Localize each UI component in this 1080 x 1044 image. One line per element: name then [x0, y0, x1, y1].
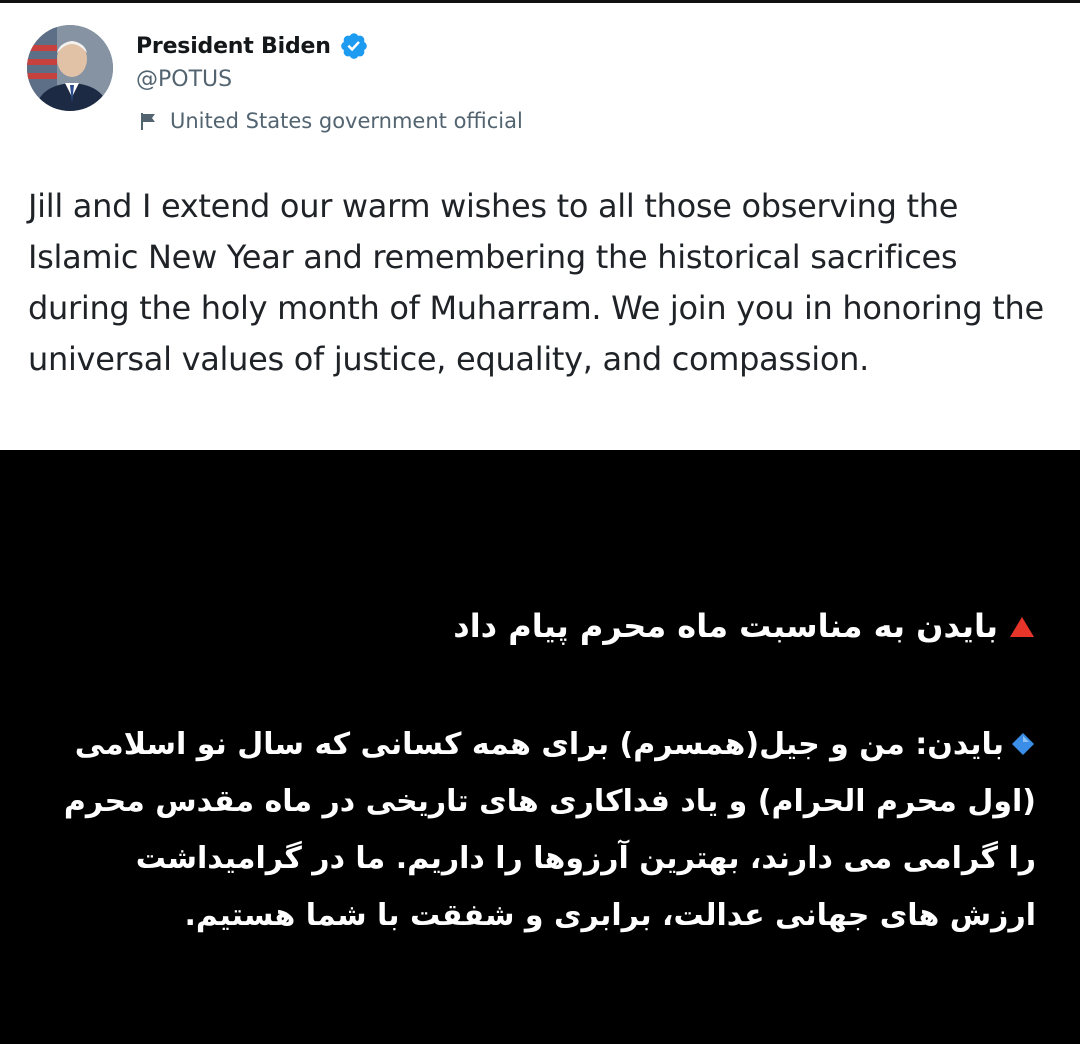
author-handle[interactable]: @POTUS: [136, 67, 232, 92]
verified-badge-icon: [339, 31, 369, 61]
display-name[interactable]: President Biden: [136, 34, 331, 59]
government-label-text: United States government official: [170, 109, 523, 133]
tweet-card: President Biden @POTUS United States gov…: [0, 0, 1080, 450]
caption-body: بایدن: من و جیل(همسرم) برای همه کسانی که…: [40, 716, 1036, 944]
government-label: United States government official: [138, 109, 523, 133]
red-triangle-icon: [1008, 600, 1036, 637]
author-name-row: President Biden: [136, 29, 369, 63]
caption-body-text: بایدن: من و جیل(همسرم) برای همه کسانی که…: [63, 727, 1036, 933]
blue-diamond-icon: [1010, 719, 1036, 755]
flag-icon: [138, 110, 160, 132]
avatar[interactable]: [27, 25, 113, 111]
avatar-portrait-icon: [27, 25, 113, 111]
caption-headline: بایدن به مناسبت ماه محرم پیام داد: [40, 598, 1036, 654]
caption-headline-text: بایدن به مناسبت ماه محرم پیام داد: [453, 607, 998, 645]
tweet-text: Jill and I extend our warm wishes to all…: [28, 187, 1044, 378]
